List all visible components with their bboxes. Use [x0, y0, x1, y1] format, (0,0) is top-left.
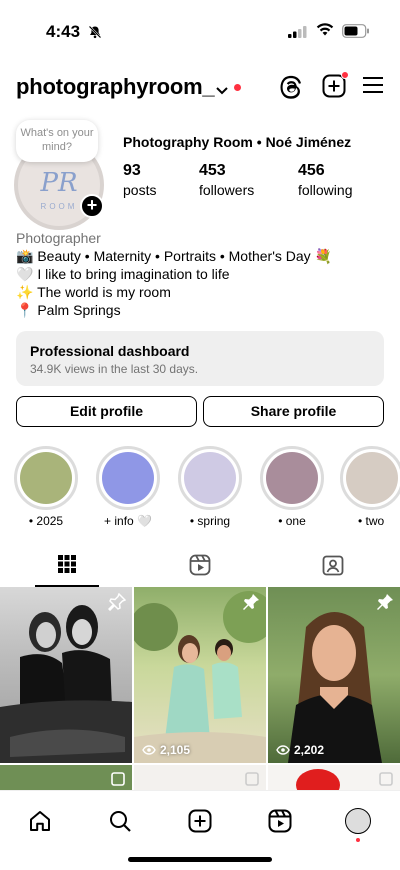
- stat-label: posts: [123, 182, 157, 198]
- reels-icon: [189, 554, 210, 576]
- signal-icon: [288, 25, 308, 43]
- status-bar: 4:43: [0, 0, 400, 56]
- bio: Photographer 📸 Beauty • Maternity • Port…: [16, 229, 386, 319]
- account-notification-dot: [234, 84, 241, 91]
- bio-line: 📍 Palm Springs: [16, 302, 121, 318]
- status-time: 4:43: [46, 22, 81, 41]
- stat-number: 453: [199, 162, 226, 179]
- post-views: 2,105: [142, 743, 190, 757]
- stat-label: following: [298, 182, 353, 198]
- eye-icon: [142, 745, 156, 755]
- dashboard-title: Professional dashboard: [30, 343, 190, 359]
- nav-create[interactable]: [180, 801, 220, 841]
- tab-tagged[interactable]: [266, 545, 399, 587]
- highlight-two[interactable]: • two: [340, 446, 400, 528]
- home-indicator: [128, 857, 272, 862]
- tagged-icon: [322, 555, 343, 576]
- post-views: 2,202: [276, 743, 324, 757]
- multi-post-icon: [110, 771, 126, 792]
- profile-avatar: [345, 808, 371, 834]
- note-bubble[interactable]: What's on your mind?: [16, 120, 98, 162]
- pin-icon: [242, 593, 260, 616]
- profile-notification-dot: [356, 838, 360, 842]
- highlight-cover: [184, 452, 236, 504]
- highlight-ring: [178, 446, 242, 510]
- post-view-count: 2,202: [294, 743, 325, 757]
- edit-profile-button[interactable]: Edit profile: [16, 396, 197, 427]
- stat-number: 93: [123, 162, 141, 179]
- stat-following[interactable]: 456 following: [298, 162, 352, 198]
- highlight-label: • 2025: [28, 514, 64, 528]
- highlight-info[interactable]: + info 🤍: [96, 446, 160, 528]
- home-icon: [30, 811, 50, 831]
- create-icon: [188, 809, 212, 833]
- bio-line: ✨ The world is my room: [16, 284, 171, 300]
- bio-line: 🤍 I like to bring imagination to life: [16, 266, 230, 282]
- nav-search[interactable]: [100, 801, 140, 841]
- highlight-ring: [96, 446, 160, 510]
- battery-icon: [342, 24, 370, 43]
- highlight-label: • one: [278, 514, 306, 528]
- highlight-one[interactable]: • one: [260, 446, 324, 528]
- chevron-down-icon[interactable]: [216, 82, 228, 100]
- username[interactable]: photographyroom_: [16, 74, 215, 100]
- highlight-label: • spring: [189, 514, 231, 528]
- add-story-plus-icon[interactable]: +: [80, 194, 104, 218]
- bio-category: Photographer: [16, 230, 101, 246]
- grid-icon: [57, 555, 76, 573]
- highlight-ring: [260, 446, 324, 510]
- highlight-cover: [346, 452, 398, 504]
- share-profile-button[interactable]: Share profile: [203, 396, 384, 427]
- stat-number: 456: [298, 162, 325, 179]
- highlight-2025[interactable]: • 2025: [14, 446, 78, 528]
- wifi-icon: [316, 23, 334, 42]
- posts-grid: 2,105 2,202: [0, 587, 400, 795]
- create-notification-dot: [341, 71, 349, 79]
- tab-reels[interactable]: [133, 545, 266, 587]
- bottom-nav: [0, 790, 400, 870]
- pin-icon: [376, 593, 394, 616]
- multi-post-icon: [244, 771, 260, 792]
- highlight-cover: [266, 452, 318, 504]
- menu-icon[interactable]: [362, 76, 384, 99]
- stat-label: followers: [199, 182, 255, 198]
- bio-line: 📸 Beauty • Maternity • Portraits • Mothe…: [16, 248, 332, 264]
- bell-slash-icon: [88, 25, 102, 44]
- professional-dashboard[interactable]: Professional dashboard 34.9K views in th…: [16, 331, 384, 386]
- full-name: Photography Room • Noé Jiménez: [123, 134, 352, 150]
- search-icon: [110, 811, 131, 832]
- tab-posts-grid[interactable]: [0, 545, 133, 587]
- eye-icon: [276, 745, 290, 755]
- dashboard-subtitle: 34.9K views in the last 30 days.: [30, 362, 199, 376]
- profile-avatar-area: PR ROOM What's on your mind? +: [10, 120, 110, 230]
- multi-post-icon: [378, 771, 394, 792]
- post-thumbnail[interactable]: [0, 587, 132, 763]
- highlight-ring: [340, 446, 400, 510]
- stat-posts[interactable]: 93 posts: [123, 162, 156, 198]
- highlight-label: • two: [358, 514, 385, 528]
- highlight-spring[interactable]: • spring: [178, 446, 242, 528]
- post-thumbnail[interactable]: 2,105: [134, 587, 266, 763]
- highlight-cover: [102, 452, 154, 504]
- post-thumbnail[interactable]: 2,202: [268, 587, 400, 763]
- nav-reels[interactable]: [260, 801, 300, 841]
- profile-header: photographyroom_: [16, 70, 384, 106]
- nav-home[interactable]: [20, 801, 60, 841]
- pin-icon: [107, 592, 127, 616]
- nav-profile[interactable]: [338, 801, 378, 842]
- create-post-icon[interactable]: [322, 71, 349, 103]
- profile-tabs: [0, 545, 400, 587]
- threads-icon[interactable]: [280, 74, 304, 105]
- highlight-ring: [14, 446, 78, 510]
- post-view-count: 2,105: [160, 743, 191, 757]
- highlight-cover: [20, 452, 72, 504]
- reels-icon: [268, 809, 292, 833]
- highlight-label: + info 🤍: [104, 514, 152, 528]
- stat-followers[interactable]: 453 followers: [199, 162, 254, 198]
- profile-stats: 93 posts 453 followers 456 following: [123, 162, 393, 202]
